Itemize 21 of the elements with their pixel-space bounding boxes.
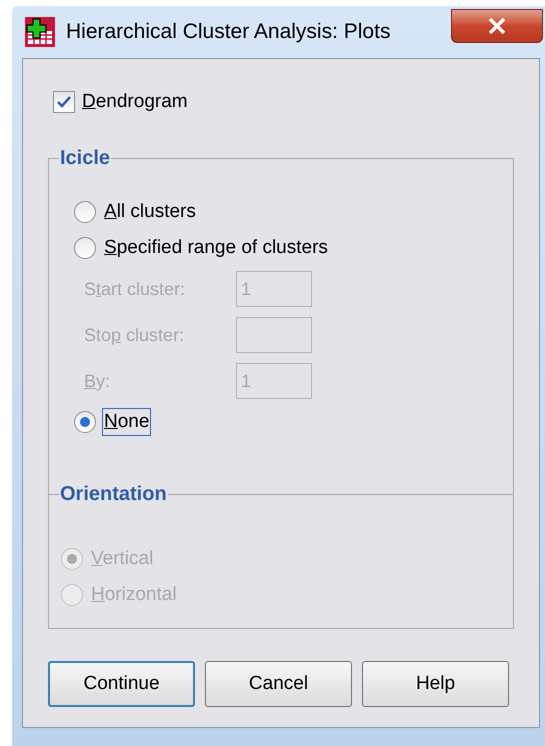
close-icon (488, 18, 506, 34)
dialog-button[interactable]: Help (362, 661, 509, 707)
close-button[interactable] (451, 9, 543, 43)
dialog-button[interactable]: Continue (48, 661, 195, 707)
radio-button[interactable] (74, 411, 96, 433)
check-icon (57, 96, 71, 108)
checkbox-label: Dendrogram (82, 90, 188, 114)
window-title: Hierarchical Cluster Analysis: Plots (66, 19, 390, 46)
radio-label: Vertical (90, 547, 154, 571)
radio-label: All clusters (103, 200, 197, 224)
radio-button[interactable] (74, 201, 96, 223)
field-label: Start cluster: (84, 278, 186, 300)
field-label: Stop cluster: (84, 324, 186, 347)
radio-label: Specified range of clusters (103, 236, 329, 260)
radio-button[interactable] (74, 237, 96, 259)
radio-label: None (102, 408, 152, 436)
dialog-button[interactable]: Cancel (205, 661, 352, 707)
radio-label: Horizontal (90, 583, 178, 607)
app-icon (24, 16, 56, 48)
field-label: By: (84, 370, 112, 393)
checkbox[interactable] (53, 91, 75, 113)
